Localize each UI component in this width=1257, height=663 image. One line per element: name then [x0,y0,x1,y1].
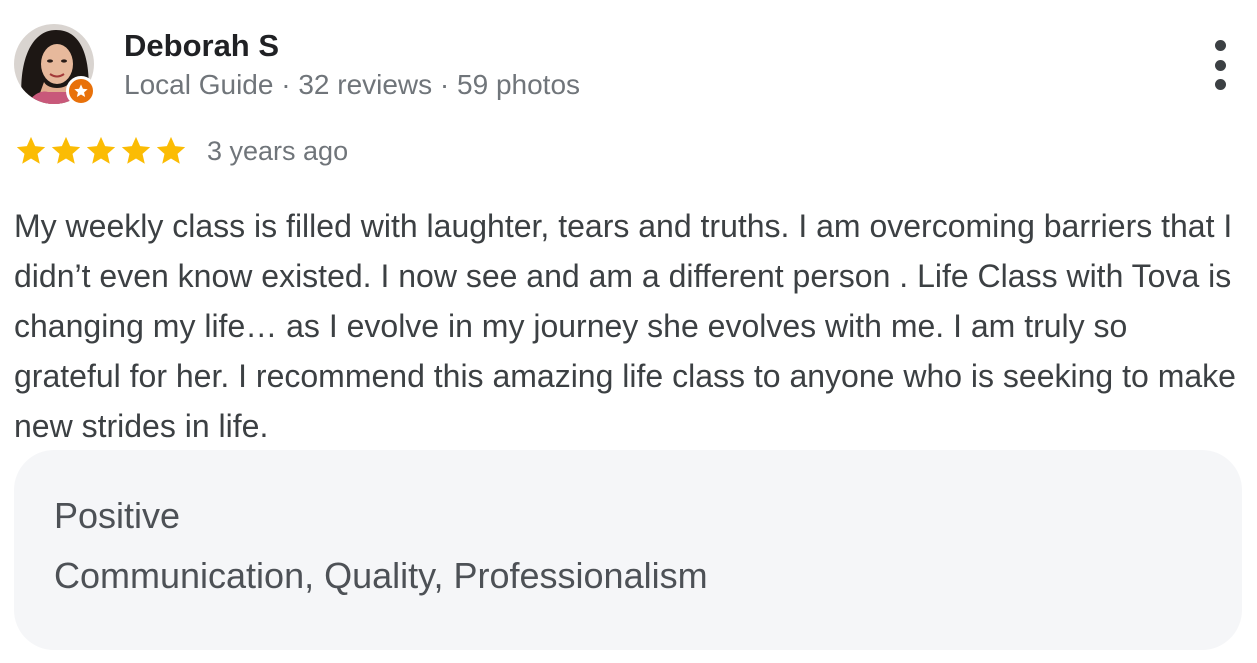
star-icon [156,136,186,164]
star-rating [14,134,189,168]
star-icon [86,136,116,164]
star-icon [16,136,46,164]
reviewer-name[interactable]: Deborah S [124,26,580,66]
attributes-values: Communication, Quality, Professionalism [54,555,708,596]
more-dot [1214,59,1226,71]
reviewer-info: Deborah S Local Guide · 32 reviews · 59 … [124,26,580,102]
attributes-heading: Positive [54,495,181,536]
more-dot [1214,79,1226,90]
more-vert-icon[interactable] [1205,40,1235,90]
star-icon [51,136,81,164]
review-attributes-panel: Positive Communication, Quality, Profess… [14,450,1242,650]
local-guide-star-icon [66,76,96,106]
avatar[interactable] [14,24,96,106]
more-dot [1214,40,1226,51]
rating-row: 3 years ago [14,134,348,168]
reviewer-meta: Local Guide · 32 reviews · 59 photos [124,69,581,100]
star-icon [121,136,151,164]
review-date: 3 years ago [207,135,349,166]
review-card: Deborah S Local Guide · 32 reviews · 59 … [0,0,1257,663]
review-header: Deborah S Local Guide · 32 reviews · 59 … [14,24,580,106]
review-text: My weekly class is filled with laughter,… [14,208,1236,444]
